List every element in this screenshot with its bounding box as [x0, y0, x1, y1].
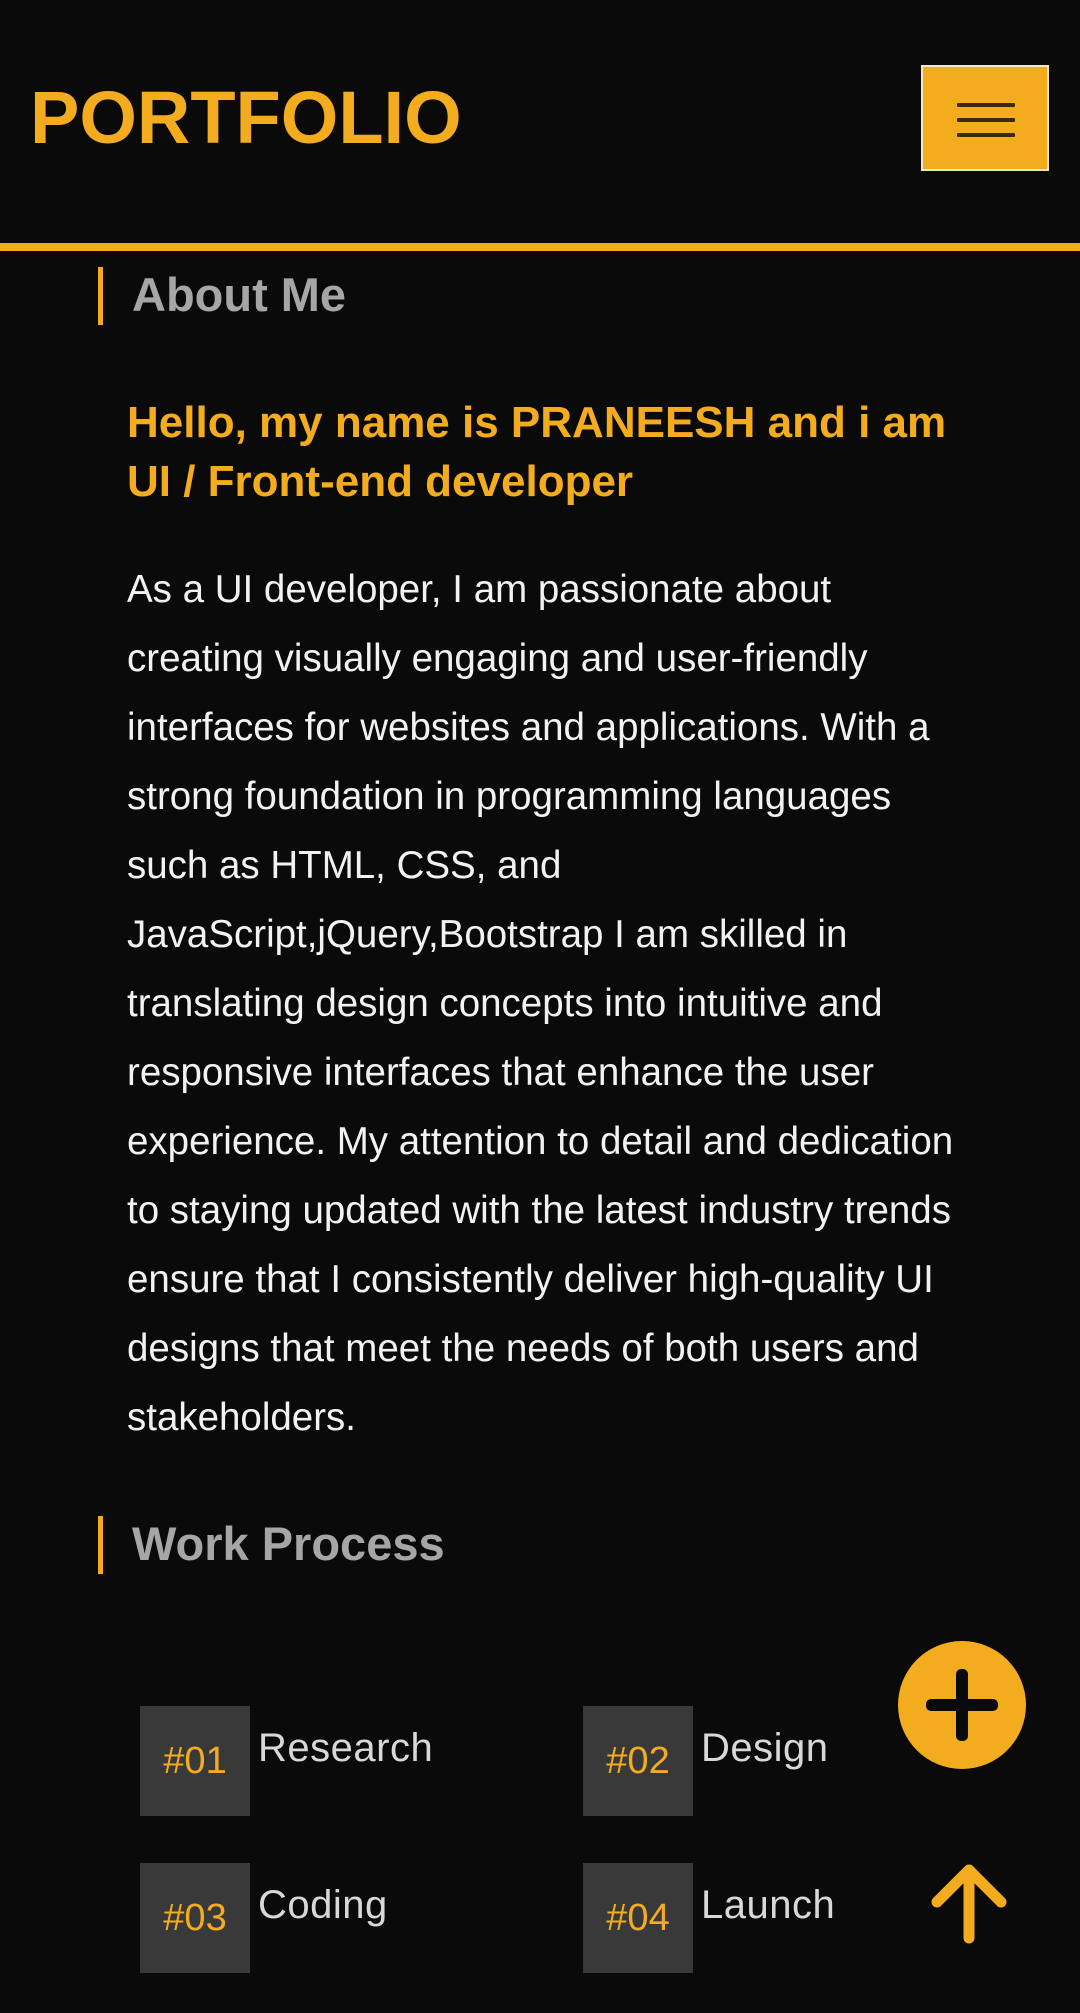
add-fab-button[interactable]	[898, 1641, 1026, 1769]
process-step-number: #01	[140, 1706, 250, 1816]
site-header: PORTFOLIO	[0, 0, 1080, 251]
menu-toggle-button[interactable]	[921, 65, 1049, 171]
process-step-label: Research	[258, 1726, 434, 1770]
process-step: #03 Coding	[140, 1863, 388, 1973]
work-process-section-title: Work Process	[98, 1516, 445, 1574]
hamburger-menu-icon	[957, 118, 1015, 122]
hamburger-menu-icon	[957, 133, 1015, 137]
process-step: #02 Design	[583, 1706, 829, 1816]
about-section-title: About Me	[98, 267, 346, 325]
process-step: #01 Research	[140, 1706, 433, 1816]
hamburger-menu-icon	[957, 103, 1015, 107]
plus-icon	[956, 1669, 968, 1741]
process-step-label: Design	[701, 1726, 829, 1770]
about-description: As a UI developer, I am passionate about…	[127, 568, 954, 1439]
scroll-to-top-button[interactable]	[926, 1862, 1012, 1944]
process-step-number: #02	[583, 1706, 693, 1816]
about-headline: Hello, my name is PRANEESH and i am UI /…	[127, 398, 947, 506]
brand-logo[interactable]: PORTFOLIO	[30, 76, 462, 160]
process-step-number: #03	[140, 1863, 250, 1973]
arrow-up-icon	[931, 1864, 1007, 1944]
process-step: #04 Launch	[583, 1863, 835, 1973]
process-step-label: Launch	[701, 1883, 836, 1927]
process-step-number: #04	[583, 1863, 693, 1973]
process-step-label: Coding	[258, 1883, 388, 1927]
